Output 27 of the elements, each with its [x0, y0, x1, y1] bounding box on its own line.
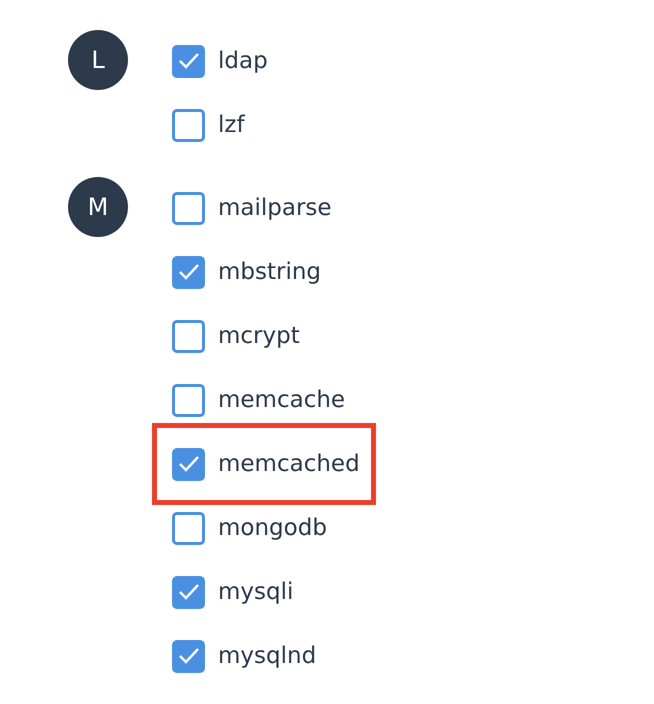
checkmark-icon	[178, 647, 200, 665]
checkbox[interactable]	[172, 576, 205, 608]
checkbox-label: mcrypt	[218, 323, 300, 349]
checkbox[interactable]	[172, 256, 205, 288]
checkbox-label: mbstring	[218, 259, 322, 285]
checkbox[interactable]	[172, 320, 205, 352]
checkbox-label: lzf	[218, 112, 245, 138]
checkbox[interactable]	[172, 512, 205, 544]
checkbox-label: mysqlnd	[218, 643, 316, 669]
checkbox-label: mysqli	[218, 579, 294, 605]
checkbox[interactable]	[172, 108, 205, 142]
checkbox-label: ldap	[218, 48, 268, 74]
checkmark-icon	[178, 583, 200, 601]
checkbox-label: memcache	[218, 387, 346, 413]
checkmark-icon	[178, 455, 200, 473]
checkbox[interactable]	[172, 192, 205, 224]
checkbox-label: mongodb	[218, 515, 327, 541]
checkbox[interactable]	[172, 384, 205, 416]
letter-avatar: L	[68, 30, 128, 90]
checkbox[interactable]	[172, 448, 205, 480]
checkmark-icon	[178, 263, 200, 281]
checkbox-label: mailparse	[218, 195, 332, 221]
checkbox[interactable]	[172, 44, 205, 78]
checkmark-icon	[178, 52, 200, 70]
letter-avatar: M	[68, 177, 128, 237]
checkbox[interactable]	[172, 640, 205, 672]
checkbox-label: memcached	[218, 451, 360, 477]
